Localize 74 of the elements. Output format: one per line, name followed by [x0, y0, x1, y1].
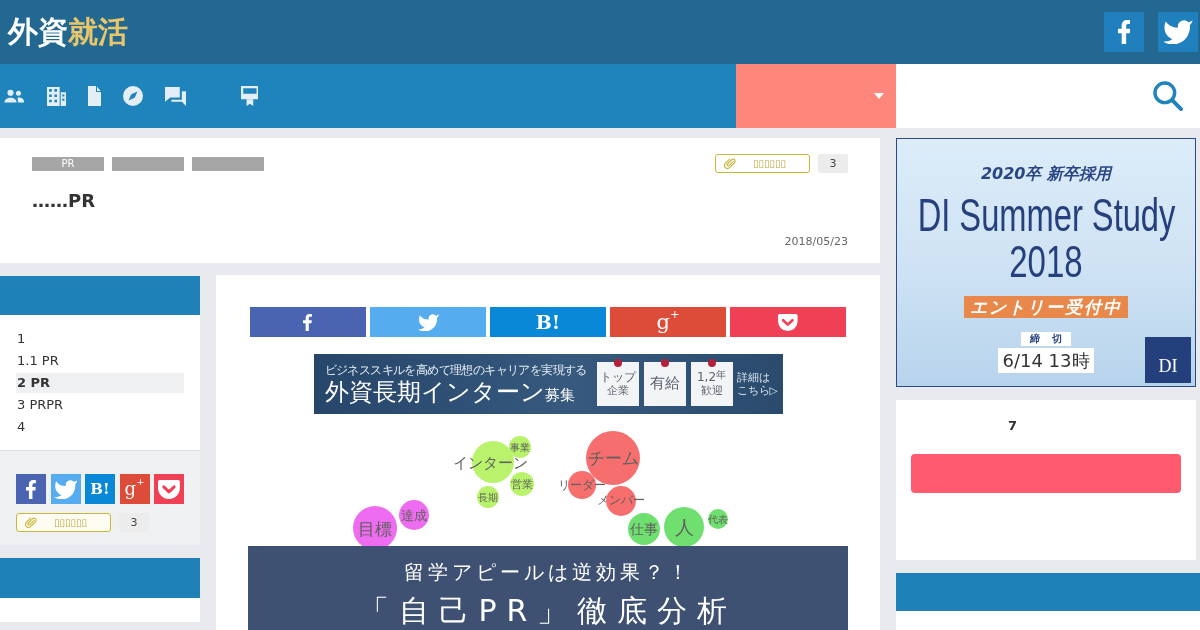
search-icon[interactable]	[1153, 81, 1183, 111]
card-text: 1,2$^{年}$	[696, 370, 727, 385]
twitter-share-button[interactable]	[50, 474, 81, 504]
caption-text: 「自己PR」徹底分析	[358, 595, 738, 627]
facebook-button[interactable]	[1104, 12, 1144, 52]
paperclip-icon	[724, 157, 736, 170]
bubble-word: 事業	[510, 441, 530, 453]
paperclip-icon	[25, 516, 37, 529]
widget-heading: 7	[1008, 419, 1018, 433]
article-title: ……PR	[32, 190, 96, 212]
bubble-word: メンバー	[597, 493, 645, 507]
pin-icon	[707, 359, 716, 367]
pocket-icon	[778, 313, 798, 331]
bubble-word: 達成	[401, 507, 427, 523]
twitter-icon	[1163, 20, 1193, 44]
card-text: 企業	[606, 384, 629, 398]
facebook-icon	[25, 479, 37, 499]
pocket-share-button[interactable]	[730, 307, 846, 337]
action-button[interactable]	[911, 453, 1181, 493]
twitter-share-button[interactable]	[370, 307, 486, 337]
signboard-icon[interactable]	[240, 86, 259, 106]
pocket-share-button[interactable]	[154, 474, 184, 504]
bubble-word: 営業	[511, 477, 533, 491]
toc-item[interactable]: 2 PR	[16, 373, 184, 393]
pin-icon	[660, 359, 669, 367]
bubble-word: 仕事	[630, 521, 658, 537]
caption-text: 留学アピールは逆効果？！	[404, 559, 692, 585]
twitter-icon	[53, 479, 78, 499]
bubble-word: 人	[674, 516, 694, 538]
ad-subtitle: 2020卒 新卒採用	[980, 164, 1112, 184]
facebook-icon	[1117, 20, 1131, 44]
bubble-word: リーダー	[558, 478, 606, 492]
google-plus-share-button[interactable]: g$^{+}$	[610, 307, 726, 337]
banner-tagline: ビジネススキルを高めて理想のキャリアを実現する	[324, 362, 587, 378]
card-text: トップ	[599, 370, 636, 385]
bubble-word: 目標	[358, 519, 392, 539]
people-icon[interactable]	[4, 89, 25, 103]
bubble-word: 代表	[708, 513, 728, 525]
hatena-share-button[interactable]: B!	[85, 474, 115, 504]
facebook-share-button[interactable]	[16, 474, 46, 504]
compass-icon[interactable]	[122, 86, 143, 106]
chat-icon[interactable]	[164, 86, 186, 106]
article-date: 2018/05/23	[784, 234, 848, 248]
pocket-icon	[158, 479, 180, 499]
facebook-icon	[303, 313, 313, 331]
google-plus-share-button[interactable]: g$^{+}$	[119, 474, 150, 504]
card-text: 有給	[649, 375, 680, 393]
caret-icon	[874, 93, 884, 99]
details-link[interactable]: 詳細は こちら▷	[736, 371, 778, 397]
twitter-icon	[417, 313, 439, 331]
deadline-date: 6/14 13時	[998, 348, 1094, 373]
building-icon[interactable]	[46, 86, 66, 106]
bubble-word: チーム	[587, 448, 639, 468]
blank-tag[interactable]	[112, 156, 184, 171]
ad-logo: DI	[1145, 337, 1191, 383]
ad-banner[interactable]: 2020卒 新卒採用 DI Summer Study 2018 エントリー受付中 締 切 6/14 13時 DI	[896, 138, 1196, 387]
pin-icon	[613, 359, 622, 367]
hatena-share-button[interactable]: B!	[490, 307, 606, 337]
card-text: 歓迎	[700, 384, 723, 398]
clip-count: 3	[818, 154, 848, 173]
blank-tag[interactable]	[192, 156, 264, 171]
bubble-word: 長期	[478, 491, 498, 503]
entry-label: エントリー受付中	[964, 296, 1128, 318]
toc-item[interactable]: 1	[16, 329, 184, 349]
toc-item[interactable]: 1.1 PR	[16, 351, 184, 371]
twitter-button[interactable]	[1158, 12, 1198, 52]
ad-year: 2018	[1009, 242, 1083, 282]
clip-count: 3	[119, 513, 149, 532]
site-logo[interactable]: 外資就活	[8, 14, 128, 50]
toc-item[interactable]: 3 PRPR	[16, 395, 184, 415]
toc-item[interactable]: 4	[16, 417, 184, 437]
document-icon[interactable]	[87, 86, 101, 106]
deadline-label: 締 切	[1021, 332, 1071, 346]
facebook-share-button[interactable]	[250, 307, 366, 337]
